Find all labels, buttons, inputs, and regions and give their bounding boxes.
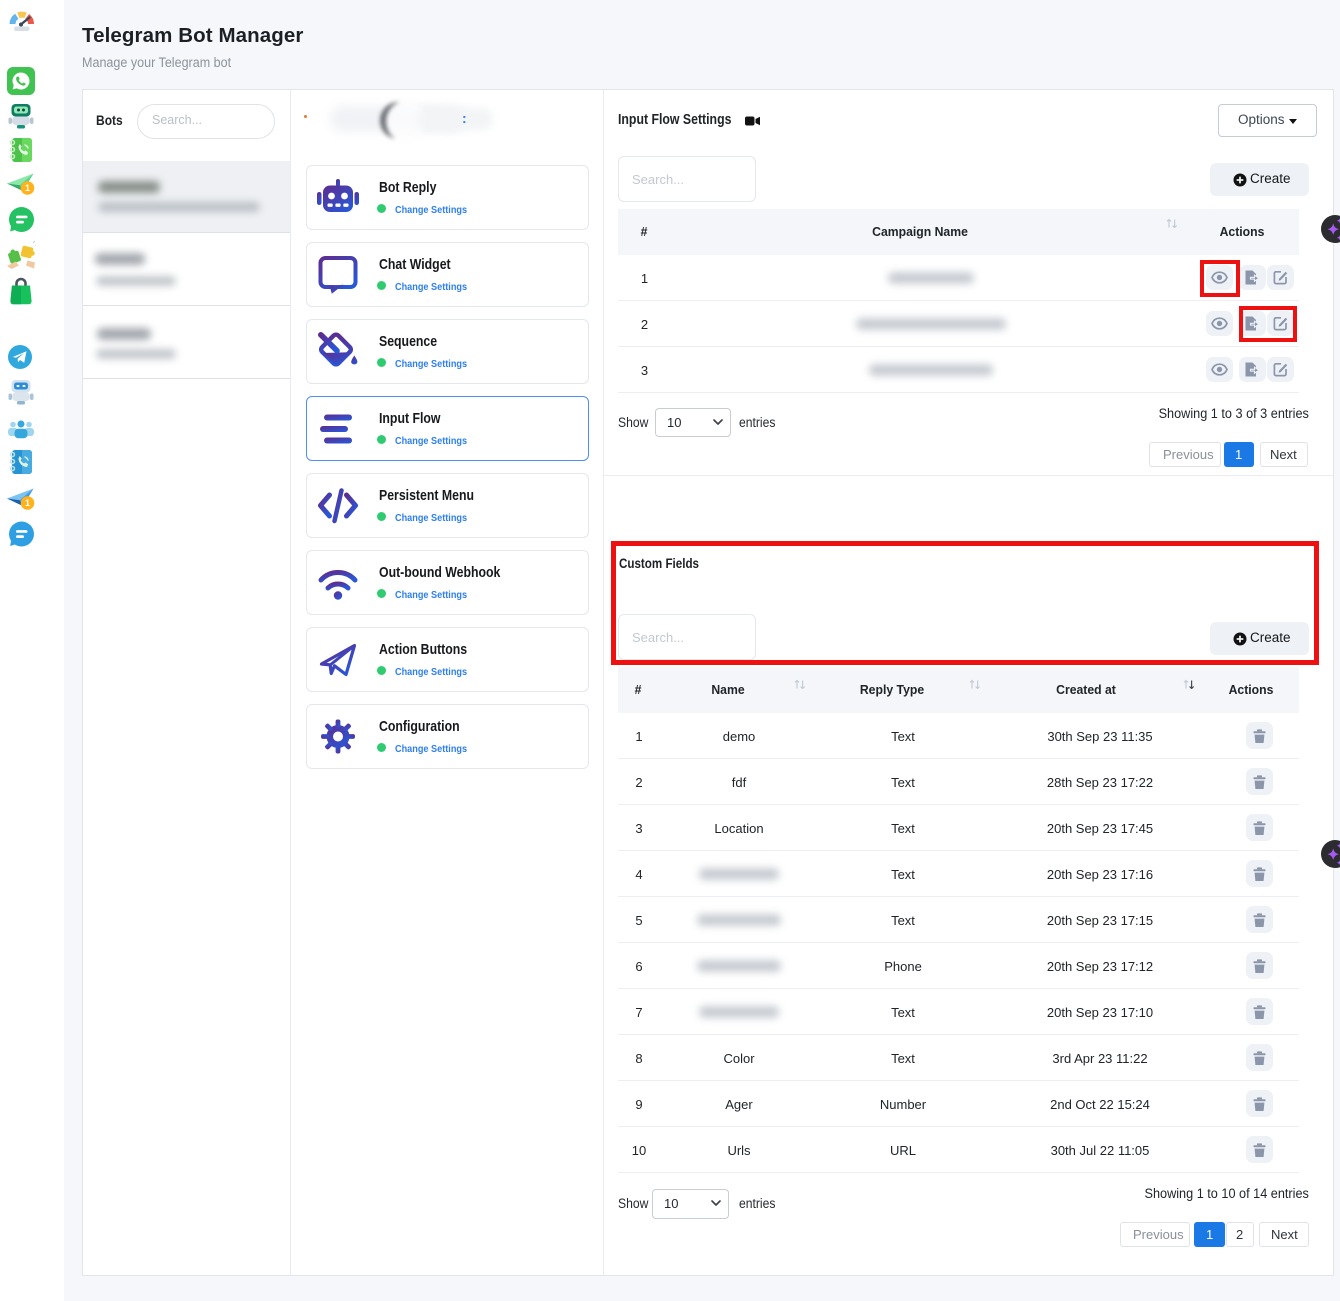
svg-text:1: 1 [25, 183, 30, 193]
svg-text:1: 1 [25, 498, 30, 508]
